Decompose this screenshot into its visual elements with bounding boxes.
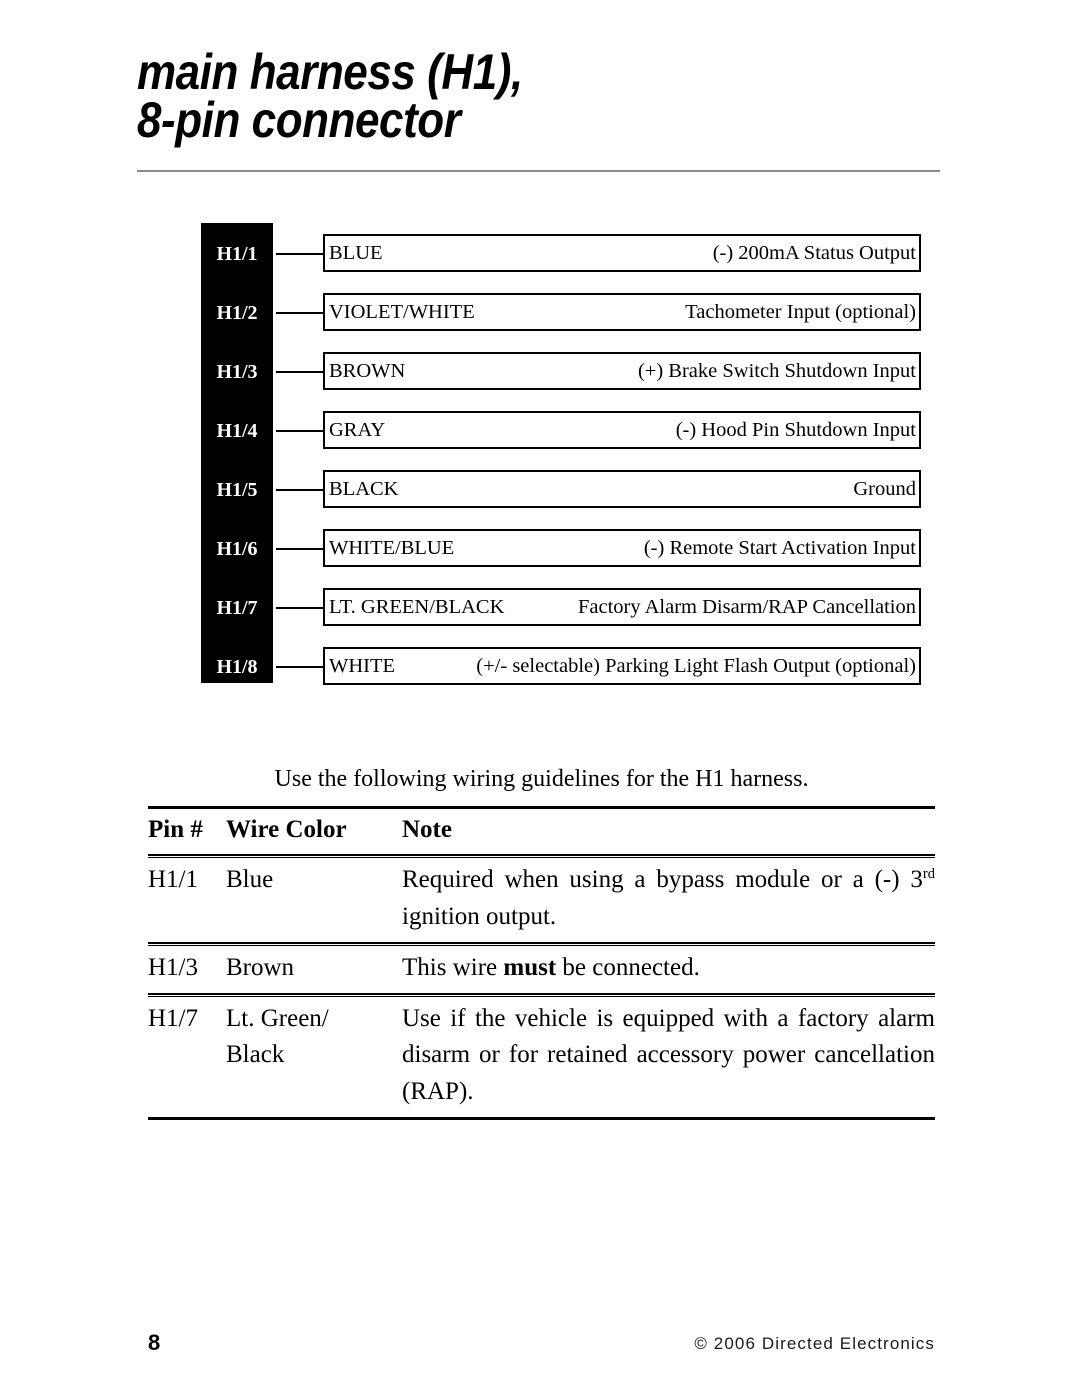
page-title-line-2: 8-pin connector — [137, 92, 461, 148]
pin-label-h1-5: H1/5 — [216, 479, 258, 501]
pin-label-h1-3: H1/3 — [216, 361, 258, 383]
wire-color-h1-3: BROWN — [329, 359, 406, 382]
cell-color: Blue — [226, 866, 274, 894]
wire-row-h1-1: BLUE (-) 200mA Status Output — [323, 234, 921, 272]
lead-line-3 — [276, 371, 323, 373]
wire-color-h1-8: WHITE — [329, 654, 396, 677]
cell-color-line-2: Black — [226, 1041, 285, 1069]
wire-color-h1-4: GRAY — [329, 418, 386, 441]
column-header-note: Note — [402, 816, 452, 843]
pin-label-h1-2: H1/2 — [216, 302, 258, 324]
cell-note: Required when using a bypass module or a… — [402, 862, 935, 935]
copyright-notice: © 2006 Directed Electronics — [694, 1334, 935, 1353]
wire-row-h1-5: BLACK Ground — [323, 470, 921, 508]
lead-line-7 — [276, 607, 323, 609]
guidelines-table: Pin # Wire Color Note H1/1 Blue Required… — [148, 806, 935, 1120]
connector-diagram: H1/1 BLUE (-) 200mA Status Output H1/2 V… — [201, 222, 931, 685]
wire-function-h1-3: (+) Brake Switch Shutdown Input — [637, 359, 916, 382]
lead-line-2 — [276, 312, 323, 314]
note-text-post: be connected. — [556, 953, 700, 981]
page-title-line-1: main harness (H1), — [137, 44, 523, 100]
lead-line-1 — [276, 253, 323, 255]
lead-line-5 — [276, 489, 323, 491]
wire-row-h1-3: BROWN (+) Brake Switch Shutdown Input — [323, 352, 921, 390]
table-row: H1/7 Lt. Green/ Black Use if the vehicle… — [148, 997, 935, 1117]
pin-label-h1-1: H1/1 — [216, 243, 258, 265]
wire-function-h1-1: (-) 200mA Status Output — [712, 241, 916, 264]
pin-label-h1-6: H1/6 — [216, 538, 258, 560]
cell-color-line-1: Lt. Green/ — [226, 1005, 329, 1032]
guidelines-intro: Use the following wiring guidelines for … — [274, 766, 809, 792]
wire-color-h1-7: LT. GREEN/BLACK — [329, 595, 505, 618]
note-ordinal-suffix: rd — [922, 866, 935, 883]
wire-function-h1-8: (+/- selectable) Parking Light Flash Out… — [476, 654, 916, 677]
cell-pin: H1/3 — [148, 953, 198, 981]
table-row: H1/3 Brown This wire must be connected. — [148, 946, 935, 993]
note-text-pre: This wire — [402, 953, 504, 981]
wire-row-h1-7: LT. GREEN/BLACK Factory Alarm Disarm/RAP… — [323, 588, 921, 626]
cell-pin: H1/7 — [148, 1005, 198, 1032]
wire-function-h1-4: (-) Hood Pin Shutdown Input — [675, 418, 916, 441]
wire-row-h1-2: VIOLET/WHITE Tachometer Input (optional) — [323, 293, 921, 331]
wire-row-h1-8: WHITE (+/- selectable) Parking Light Fla… — [323, 647, 921, 685]
title-divider — [137, 170, 940, 172]
wire-color-h1-6: WHITE/BLUE — [329, 536, 455, 559]
cell-color: Lt. Green/ Black — [226, 1001, 402, 1074]
table-row: H1/1 Blue Required when using a bypass m… — [148, 858, 935, 942]
note-text-pre: Required when using a bypass module or a… — [402, 866, 923, 894]
lead-line-6 — [276, 548, 323, 550]
pin-label-h1-4: H1/4 — [216, 420, 258, 442]
column-header-pin: Pin # — [148, 816, 203, 843]
wire-color-h1-1: BLUE — [329, 241, 383, 264]
wire-function-h1-6: (-) Remote Start Activation Input — [643, 536, 916, 559]
note-text-post: ignition output. — [402, 902, 557, 930]
wire-color-h1-2: VIOLET/WHITE — [329, 300, 475, 323]
lead-line-8 — [276, 666, 323, 668]
lead-line-4 — [276, 430, 323, 432]
wire-function-h1-7: Factory Alarm Disarm/RAP Cancellation — [578, 595, 916, 618]
wire-color-h1-5: BLACK — [329, 477, 399, 500]
page-number: 8 — [148, 1330, 161, 1355]
cell-note: This wire must be connected. — [402, 950, 935, 986]
wire-function-h1-2: Tachometer Input (optional) — [685, 300, 916, 323]
wire-function-h1-5: Ground — [853, 477, 916, 500]
note-emphasis: must — [503, 953, 557, 981]
table-header-row: Pin # Wire Color Note — [148, 809, 935, 854]
cell-note: Use if the vehicle is equipped with a fa… — [402, 1005, 935, 1105]
cell-pin: H1/1 — [148, 866, 198, 894]
wire-row-h1-6: WHITE/BLUE (-) Remote Start Activation I… — [323, 529, 921, 567]
wire-row-h1-4: GRAY (-) Hood Pin Shutdown Input — [323, 411, 921, 449]
table-rule-bottom — [148, 1116, 935, 1120]
page-title: main harness (H1), 8-pin connector — [137, 44, 940, 148]
pin-label-h1-7: H1/7 — [216, 597, 258, 619]
pin-label-h1-8: H1/8 — [216, 656, 258, 678]
cell-color: Brown — [226, 953, 295, 981]
column-header-color: Wire Color — [226, 816, 347, 843]
